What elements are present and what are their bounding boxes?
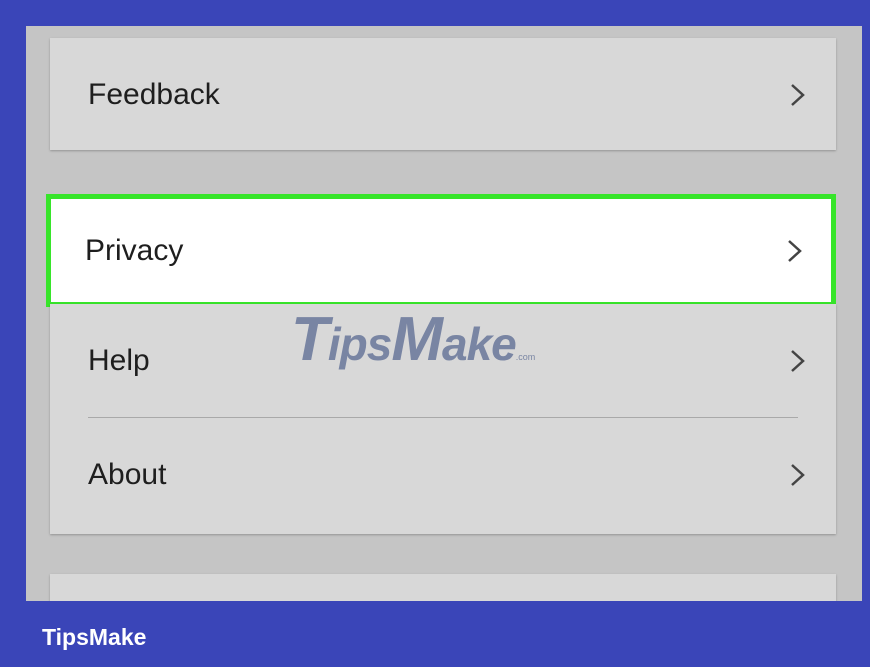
chevron-right-icon: [791, 83, 805, 106]
privacy-highlight: Privacy: [46, 194, 836, 307]
next-section-card: [50, 574, 836, 601]
tipsmake-watermark: TipsMake.com: [291, 305, 536, 374]
footer-brand: TipsMake: [42, 624, 147, 650]
settings-item-privacy[interactable]: Privacy: [51, 199, 831, 302]
settings-item-label: Help: [88, 343, 150, 377]
settings-item-label: About: [88, 457, 167, 491]
settings-item-feedback[interactable]: Feedback: [50, 38, 836, 151]
footer-bar: TipsMake: [0, 601, 870, 667]
chevron-right-icon: [788, 239, 802, 262]
settings-item-about[interactable]: About: [50, 418, 836, 531]
chevron-right-icon: [791, 463, 805, 486]
settings-item-label: Privacy: [85, 233, 184, 267]
chevron-right-icon: [791, 349, 805, 372]
settings-screen: Feedback Privacy Help About TipsMake.com: [26, 26, 862, 601]
settings-item-label: Feedback: [88, 77, 220, 111]
feedback-card: Feedback: [50, 38, 836, 150]
